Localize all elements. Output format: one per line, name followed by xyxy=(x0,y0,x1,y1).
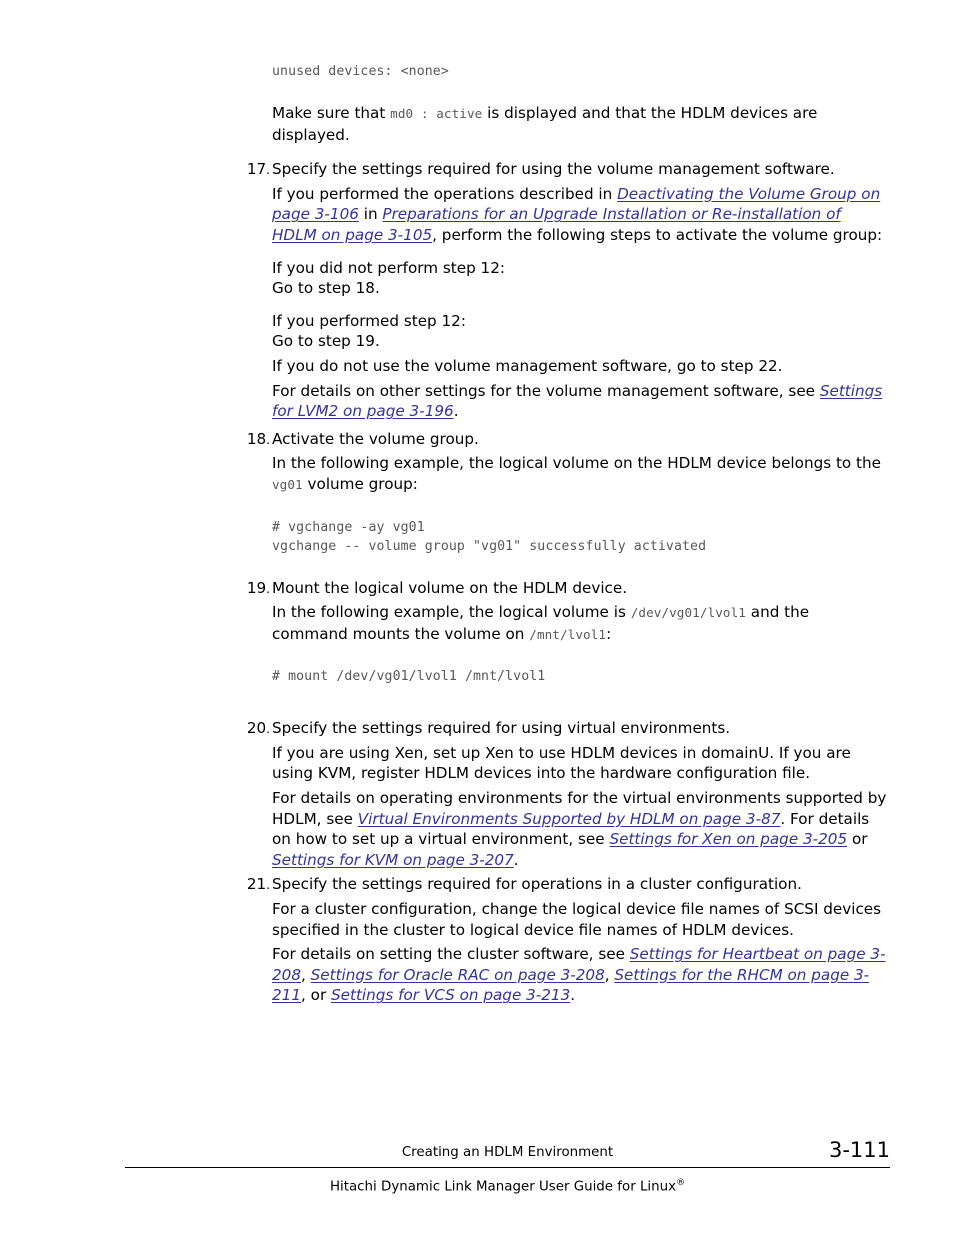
xref-settings-for-oracle-rac[interactable]: Settings for Oracle RAC on page 3-208 xyxy=(311,966,605,984)
step-number-21: 21. xyxy=(240,874,270,896)
step-21-p2-text-c: , xyxy=(604,965,615,984)
step-number-18-dot: . xyxy=(266,432,270,447)
footer-top-row: Creating an HDLM Environment 3-111 xyxy=(125,1138,890,1167)
step-21-paragraph-2: For details on setting the cluster softw… xyxy=(272,944,888,1006)
step-number-20-value: 20 xyxy=(246,719,267,738)
step-number-21-value: 21 xyxy=(246,875,267,894)
step-19-p1-mono-mountpoint: /mnt/lvol1 xyxy=(529,626,607,642)
footer-chapter-name: Creating an HDLM Environment xyxy=(401,1145,614,1160)
step-20-p2-text-c: or xyxy=(847,830,868,849)
list-item-step-18: 18. Activate the volume group. In the fo… xyxy=(240,429,888,556)
step-21-p2-text-b: , xyxy=(301,965,311,984)
step-number-20-dot: . xyxy=(266,722,270,737)
footer-guide-title-text: Hitachi Dynamic Link Manager User Guide … xyxy=(329,1179,677,1195)
step-20-p2-text-d: . xyxy=(513,850,519,869)
list-item-step-20: 20. Specify the settings required for us… xyxy=(240,718,888,870)
step-19-p1-text-a: In the following example, the logical vo… xyxy=(272,603,631,622)
document-page: unused devices: <none> Make sure that md… xyxy=(0,0,954,1235)
footer-guide-title: Hitachi Dynamic Link Manager User Guide … xyxy=(125,1168,890,1197)
step-number-17-value: 17 xyxy=(246,160,267,179)
step-21-paragraph-1: For a cluster configuration, change the … xyxy=(272,900,882,939)
code-block-unused-devices: unused devices: <none> xyxy=(272,64,449,79)
step-17-p1-text-a: If you performed the operations describe… xyxy=(272,184,618,203)
step-17-body: Specify the settings required for using … xyxy=(272,159,888,422)
step-17-p5-text-b: . xyxy=(453,402,459,421)
step-17-paragraph-2: If you did not perform step 12: xyxy=(272,258,506,277)
registered-trademark-icon: ® xyxy=(676,1178,686,1188)
step-21-p2-text-e: . xyxy=(570,986,576,1005)
step-number-19: 19. xyxy=(240,578,270,600)
page-footer: Creating an HDLM Environment 3-111 Hitac… xyxy=(125,1138,890,1197)
step-18-p1-text-b: volume group: xyxy=(302,474,418,493)
step-number-18-value: 18 xyxy=(246,429,267,448)
step-number-17-dot: . xyxy=(266,163,270,178)
step-19-lead: Mount the logical volume on the HDLM dev… xyxy=(272,578,628,597)
step-19-body: Mount the logical volume on the HDLM dev… xyxy=(272,578,888,687)
step-21-p2-text-a: For details on setting the cluster softw… xyxy=(272,945,630,964)
step-19-p1-mono-device: /dev/vg01/lvol1 xyxy=(630,605,746,621)
step-18-p1-mono: vg01 xyxy=(272,476,303,492)
step-17-p1-text-c: , perform the following steps to activat… xyxy=(432,225,883,244)
step-17-paragraph-1: If you performed the operations describe… xyxy=(272,184,888,246)
step-20-paragraph-1: If you are using Xen, set up Xen to use … xyxy=(272,743,851,783)
step-20-body: Specify the settings required for using … xyxy=(272,718,888,870)
step-19-paragraph-1: In the following example, the logical vo… xyxy=(272,602,888,645)
step-number-17: 17. xyxy=(240,159,270,181)
step-20-lead: Specify the settings required for using … xyxy=(272,719,731,738)
step-17-paragraph-4: If you do not use the volume management … xyxy=(272,356,783,375)
step-number-18: 18. xyxy=(240,429,270,451)
step-number-19-dot: . xyxy=(266,581,270,596)
list-item-step-17: 17. Specify the settings required for us… xyxy=(240,159,888,422)
xref-settings-for-vcs[interactable]: Settings for VCS on page 3-213 xyxy=(331,986,570,1004)
xref-virtual-environments-supported-by-hdlm[interactable]: Virtual Environments Supported by HDLM o… xyxy=(358,810,781,828)
step-17-p5-text-a: For details on other settings for the vo… xyxy=(272,381,820,400)
list-item-step-21: 21. Specify the settings required for op… xyxy=(240,874,888,1006)
step-19-p1-text-c: : xyxy=(606,624,612,643)
step-21-p2-text-d: , or xyxy=(301,986,332,1005)
step-18-lead: Activate the volume group. xyxy=(272,429,479,448)
step-18-paragraph-1: In the following example, the logical vo… xyxy=(272,453,888,495)
step-17-paragraph-3-sub: Go to step 19. xyxy=(272,332,380,351)
list-item-step-19: 19. Mount the logical volume on the HDLM… xyxy=(240,578,888,687)
code-block-mount: # mount /dev/vg01/lvol1 /mnt/lvol1 xyxy=(272,669,546,685)
page-number: 3-111 xyxy=(828,1138,890,1162)
step-17-p1-text-b: in xyxy=(358,205,383,224)
step-17-paragraph-5: For details on other settings for the vo… xyxy=(272,381,888,422)
step-18-body: Activate the volume group. In the follow… xyxy=(272,429,888,556)
step-number-20: 20. xyxy=(240,718,270,740)
step-17-paragraph-2-sub: Go to step 18. xyxy=(272,279,380,298)
paragraph-make-sure: Make sure that md0 : active is displayed… xyxy=(272,103,888,145)
make-sure-mono: md0 : active xyxy=(390,106,483,121)
make-sure-text-part1: Make sure that xyxy=(272,104,391,122)
step-18-p1-text-a: In the following example, the logical vo… xyxy=(272,454,881,473)
step-number-19-value: 19 xyxy=(246,578,267,597)
page-content: unused devices: <none> Make sure that md… xyxy=(240,62,888,1006)
code-block-vgchange: # vgchange -ay vg01 vgchange -- volume g… xyxy=(272,519,707,554)
step-20-paragraph-2: For details on operating environments fo… xyxy=(272,788,888,870)
step-number-21-dot: . xyxy=(266,878,270,893)
step-17-paragraph-3: If you performed step 12: xyxy=(272,311,466,330)
step-21-body: Specify the settings required for operat… xyxy=(272,874,888,1006)
step-17-lead: Specify the settings required for using … xyxy=(272,160,835,179)
step-21-lead: Specify the settings required for operat… xyxy=(272,875,802,894)
xref-settings-for-kvm[interactable]: Settings for KVM on page 3-207 xyxy=(272,851,514,869)
xref-settings-for-xen[interactable]: Settings for Xen on page 3-205 xyxy=(609,830,847,848)
